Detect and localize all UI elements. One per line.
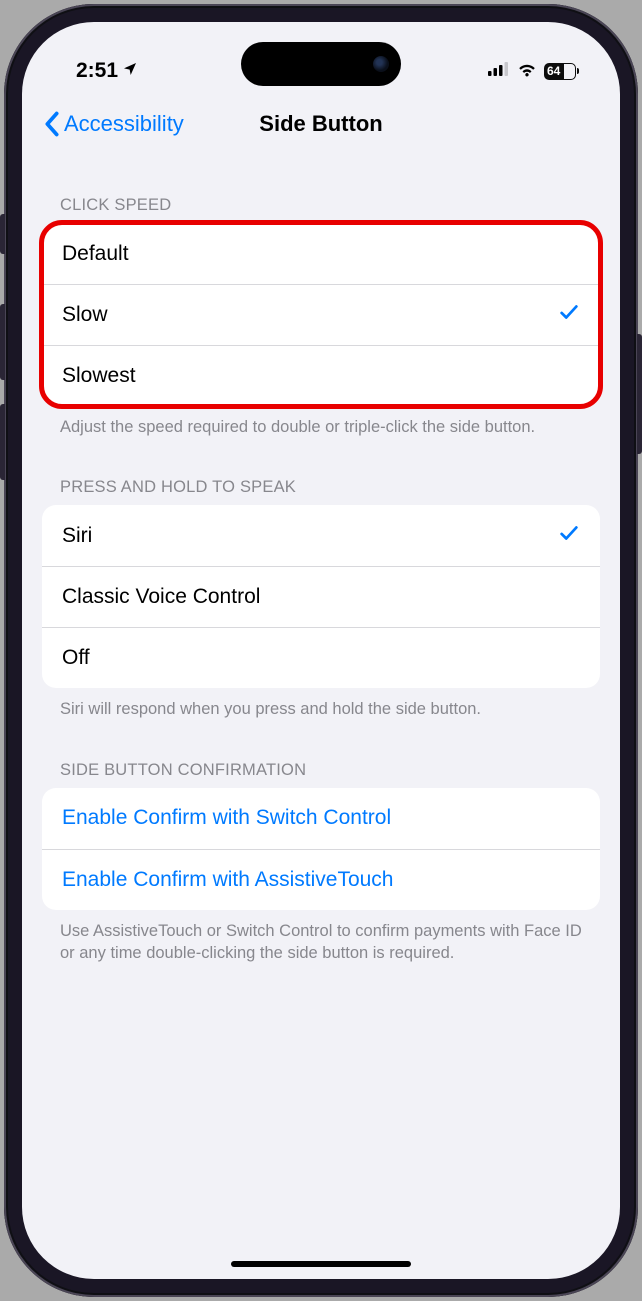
option-classic-voice-control[interactable]: Classic Voice Control	[42, 566, 600, 627]
mute-switch	[0, 214, 5, 254]
click-speed-group: Default Slow Slowest	[42, 223, 600, 406]
battery-percent: 64	[547, 63, 560, 79]
chevron-left-icon	[42, 110, 62, 138]
location-icon	[122, 59, 138, 83]
clock: 2:51	[76, 59, 118, 83]
section-header-confirmation: SIDE BUTTON CONFIRMATION	[42, 721, 600, 788]
page-title: Side Button	[259, 111, 382, 137]
dynamic-island	[241, 42, 401, 86]
option-slow[interactable]: Slow	[42, 284, 600, 345]
navigation-bar: Accessibility Side Button	[22, 96, 620, 150]
option-label: Off	[62, 646, 90, 670]
section-footer-press-hold: Siri will respond when you press and hol…	[42, 688, 600, 720]
section-header-press-hold: PRESS AND HOLD TO SPEAK	[42, 438, 600, 505]
option-default[interactable]: Default	[42, 223, 600, 284]
press-hold-group: Siri Classic Voice Control Off	[42, 505, 600, 688]
volume-up-button	[0, 304, 5, 380]
option-off[interactable]: Off	[42, 627, 600, 688]
option-slowest[interactable]: Slowest	[42, 345, 600, 406]
section-footer-confirmation: Use AssistiveTouch or Switch Control to …	[42, 910, 600, 965]
wifi-icon	[516, 61, 538, 82]
phone-frame: 2:51 64 Accessibil	[4, 4, 638, 1297]
side-button-hardware	[637, 334, 642, 454]
link-label: Enable Confirm with AssistiveTouch	[62, 868, 393, 892]
back-label: Accessibility	[64, 111, 184, 137]
status-left: 2:51	[76, 59, 138, 83]
confirmation-group: Enable Confirm with Switch Control Enabl…	[42, 788, 600, 910]
checkmark-icon	[558, 522, 580, 550]
volume-down-button	[0, 404, 5, 480]
option-siri[interactable]: Siri	[42, 505, 600, 566]
section-footer-click-speed: Adjust the speed required to double or t…	[42, 406, 600, 438]
front-camera	[373, 56, 389, 72]
enable-switch-control-button[interactable]: Enable Confirm with Switch Control	[42, 788, 600, 849]
option-label: Slow	[62, 303, 108, 327]
status-right: 64	[488, 61, 576, 82]
option-label: Slowest	[62, 364, 136, 388]
cellular-icon	[488, 62, 510, 81]
option-label: Default	[62, 242, 129, 266]
checkmark-icon	[558, 301, 580, 329]
battery-icon: 64	[544, 63, 576, 80]
option-label: Siri	[62, 524, 92, 548]
enable-assistivetouch-button[interactable]: Enable Confirm with AssistiveTouch	[42, 849, 600, 910]
section-header-click-speed: CLICK SPEED	[42, 150, 600, 223]
link-label: Enable Confirm with Switch Control	[62, 806, 391, 830]
screen: 2:51 64 Accessibil	[22, 22, 620, 1279]
content: CLICK SPEED Default Slow Slowest Adjust …	[22, 150, 620, 984]
back-button[interactable]: Accessibility	[42, 110, 184, 138]
home-indicator[interactable]	[231, 1261, 411, 1267]
option-label: Classic Voice Control	[62, 585, 260, 609]
